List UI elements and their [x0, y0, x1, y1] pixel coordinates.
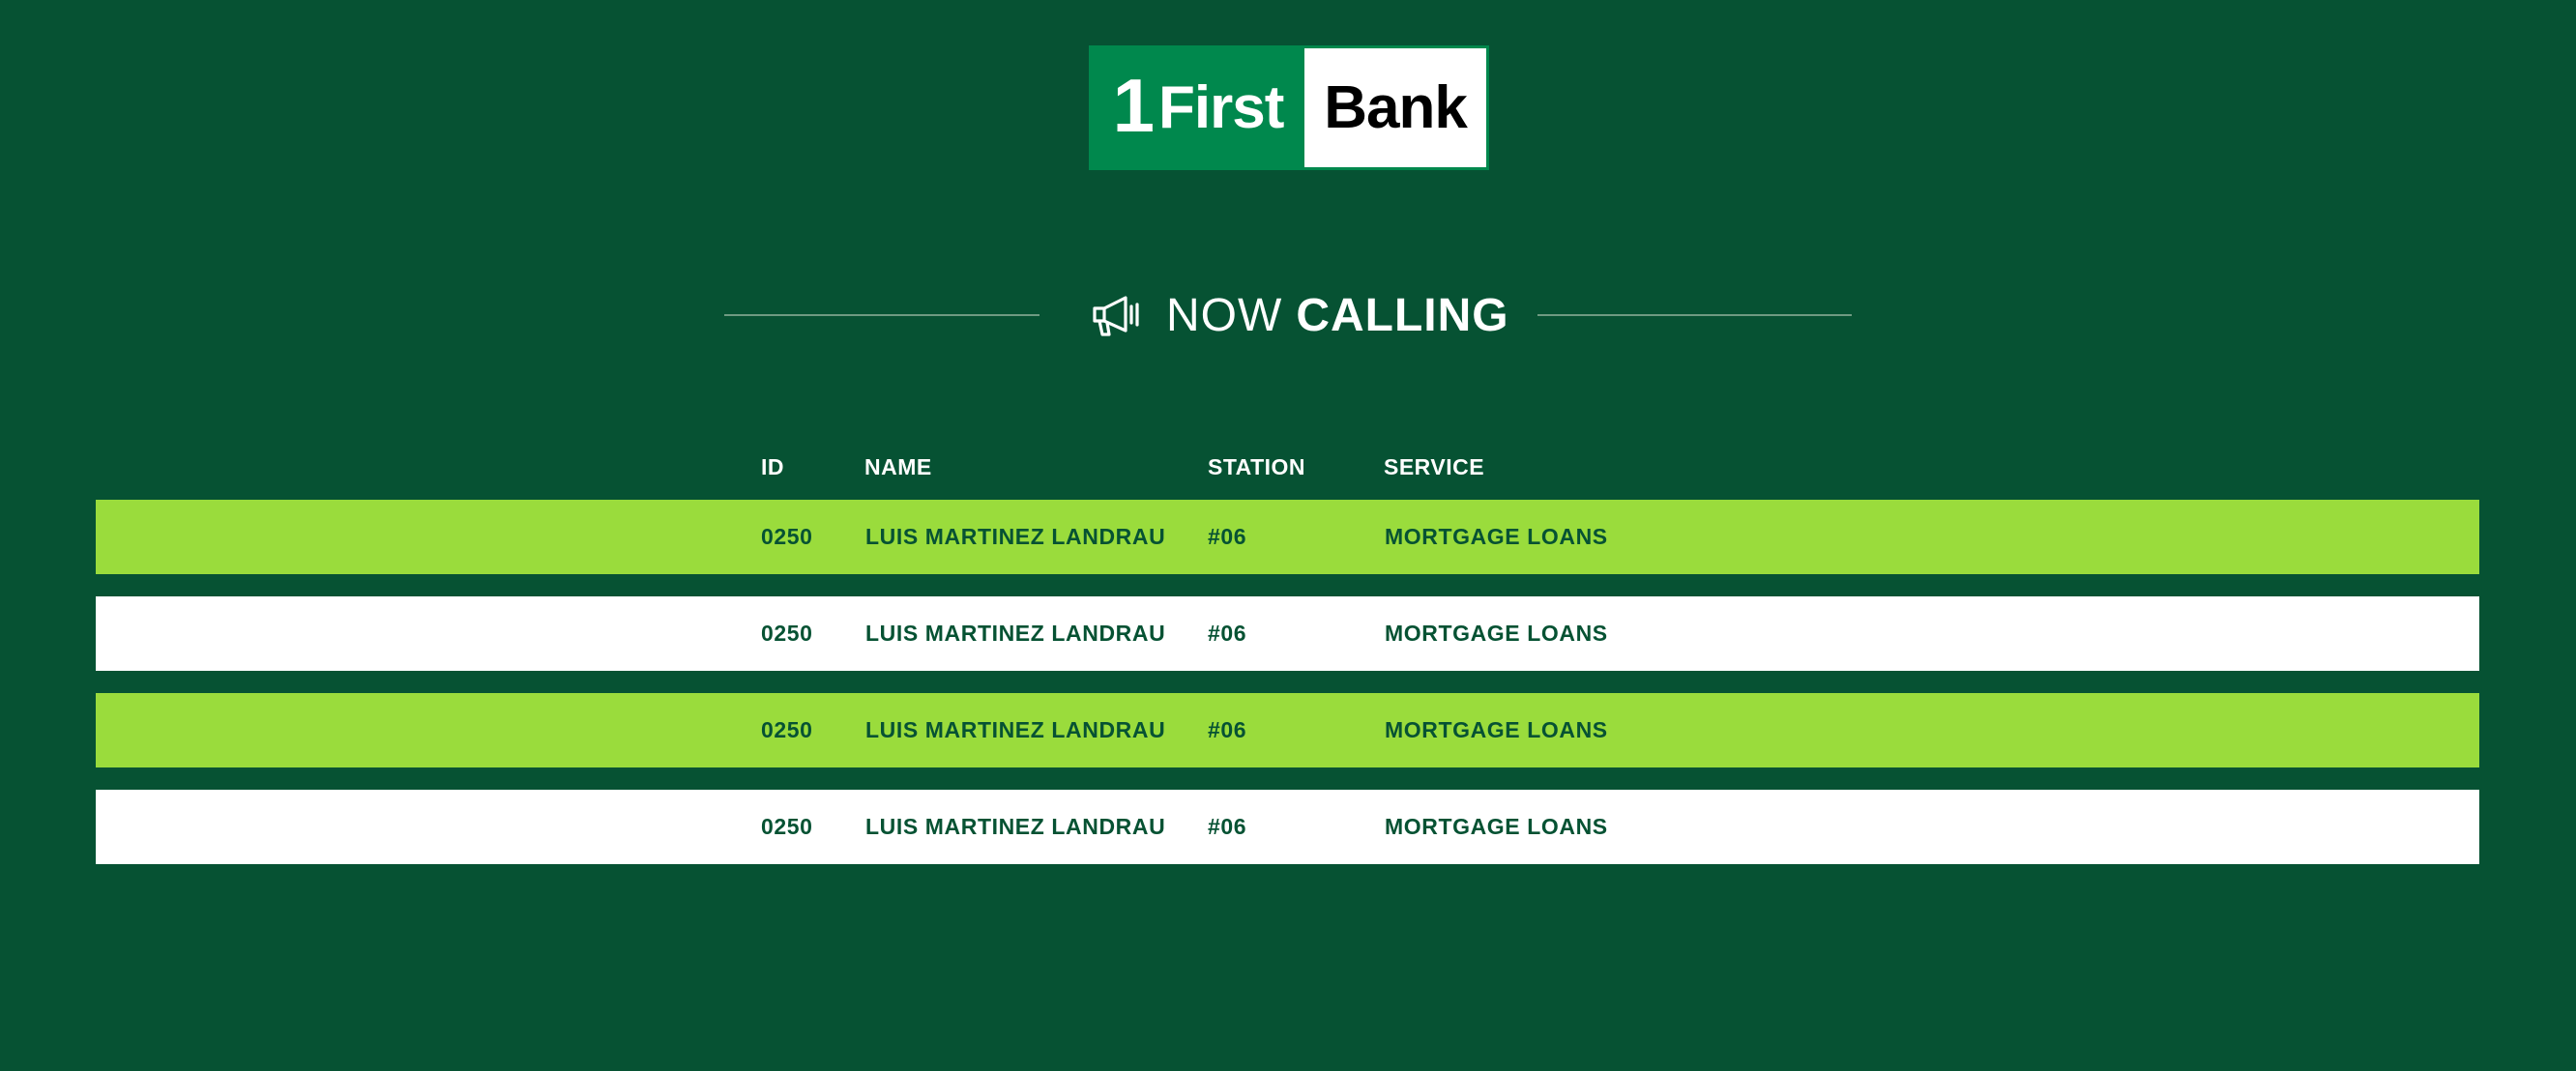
row-id: 0250 — [761, 814, 813, 839]
heading-text: NOW CALLING — [1166, 289, 1509, 342]
table-row: 0250 LUIS MARTINEZ LANDRAU #06 MORTGAGE … — [96, 693, 2479, 767]
row-station: #06 — [1208, 717, 1247, 742]
row-name: LUIS MARTINEZ LANDRAU — [865, 524, 1166, 549]
row-id: 0250 — [761, 524, 813, 549]
row-service: MORTGAGE LOANS — [1385, 621, 1608, 646]
table-row: 0250 LUIS MARTINEZ LANDRAU #06 MORTGAGE … — [96, 596, 2479, 671]
row-service: MORTGAGE LOANS — [1385, 814, 1608, 839]
table-header: ID NAME STATION SERVICE — [0, 454, 2576, 483]
table-row: 0250 LUIS MARTINEZ LANDRAU #06 MORTGAGE … — [96, 790, 2479, 864]
logo-first-text: First — [1158, 74, 1284, 141]
now-calling-heading: NOW CALLING — [1089, 280, 1509, 350]
row-name: LUIS MARTINEZ LANDRAU — [865, 814, 1166, 839]
heading-now: NOW — [1166, 289, 1283, 341]
heading-divider-left — [724, 314, 1039, 316]
header-name: NAME — [864, 454, 932, 479]
row-service: MORTGAGE LOANS — [1385, 524, 1608, 549]
row-station: #06 — [1208, 814, 1247, 839]
header-station: STATION — [1208, 454, 1306, 479]
header-id: ID — [761, 454, 784, 479]
row-station: #06 — [1208, 524, 1247, 549]
row-name: LUIS MARTINEZ LANDRAU — [865, 621, 1166, 646]
row-station: #06 — [1208, 621, 1247, 646]
row-service: MORTGAGE LOANS — [1385, 717, 1608, 742]
logo-white-panel: Bank — [1304, 48, 1486, 167]
header-service: SERVICE — [1384, 454, 1485, 479]
logo-number: 1 — [1112, 63, 1155, 148]
row-id: 0250 — [761, 717, 813, 742]
logo-green-panel: 1 First — [1092, 48, 1304, 167]
row-id: 0250 — [761, 621, 813, 646]
heading-divider-right — [1537, 314, 1852, 316]
logo-bank-text: Bank — [1324, 74, 1468, 141]
megaphone-icon — [1089, 287, 1145, 343]
table-row: 0250 LUIS MARTINEZ LANDRAU #06 MORTGAGE … — [96, 500, 2479, 574]
heading-calling: CALLING — [1296, 289, 1509, 341]
brand-logo: 1 First Bank — [1089, 45, 1489, 170]
row-name: LUIS MARTINEZ LANDRAU — [865, 717, 1166, 742]
